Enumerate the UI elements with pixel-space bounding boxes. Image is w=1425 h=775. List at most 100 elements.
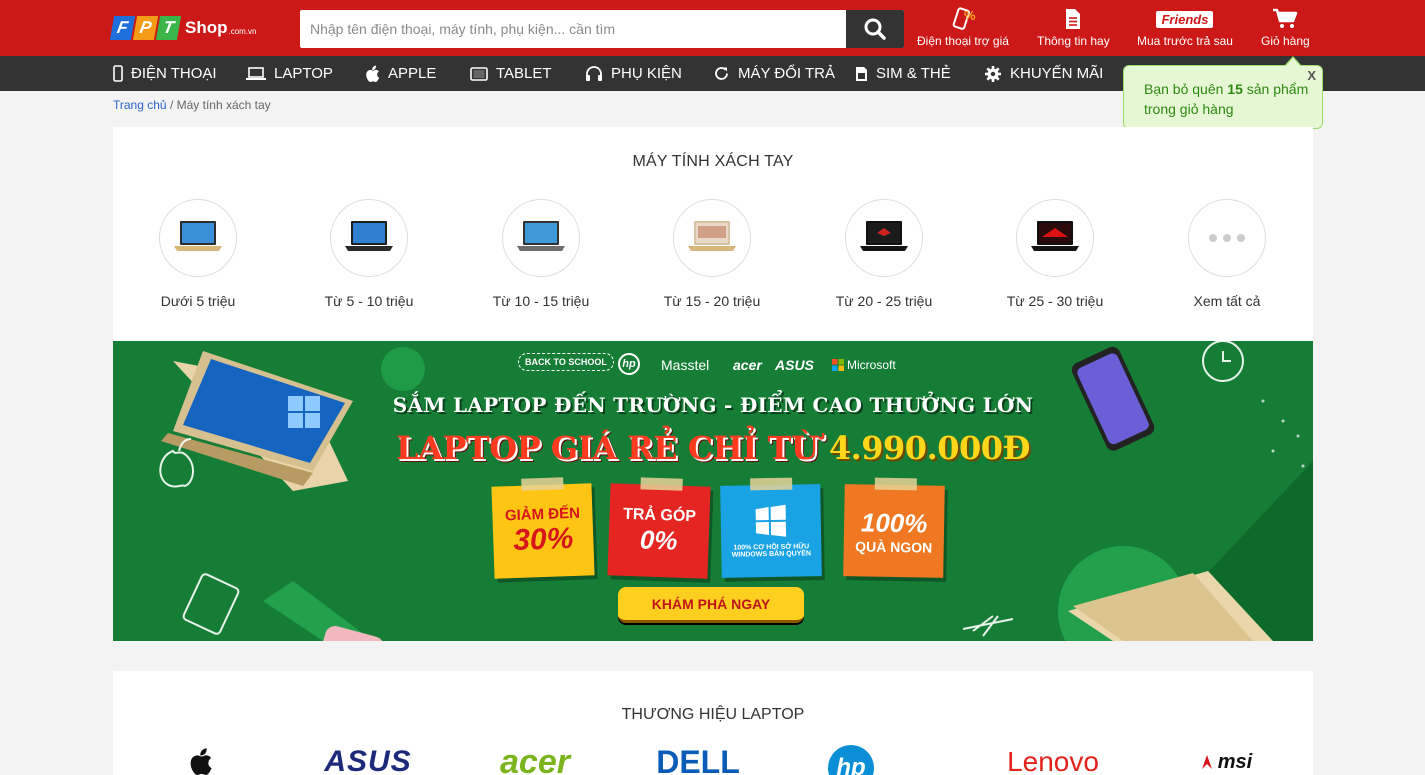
note-line2: QUÀ NGON xyxy=(855,537,933,556)
back-to-school-badge: BACK TO SCHOOL xyxy=(518,353,614,371)
note-line1: 100% xyxy=(860,506,928,539)
phone-icon xyxy=(113,65,123,82)
friends-brand-text: Friends xyxy=(1156,10,1214,28)
laptop-icon xyxy=(246,66,266,81)
tape-decoration xyxy=(750,477,793,491)
search-bar xyxy=(300,10,904,48)
category-item-10-15m[interactable]: Từ 10 - 15 triệu xyxy=(481,199,601,309)
banner-headline: SẮM LAPTOP ĐẾN TRƯỜNG - ĐIỂM CAO THƯỞNG … xyxy=(392,393,1034,417)
more-dots-icon xyxy=(1188,199,1266,277)
header-link-label: Giỏ hàng xyxy=(1261,34,1310,48)
header-link-news[interactable]: Thông tin hay xyxy=(1037,6,1110,52)
category-item-20-25m[interactable]: Từ 20 - 25 triệu xyxy=(824,199,944,309)
explore-now-button[interactable]: KHÁM PHÁ NGAY xyxy=(618,587,804,623)
logo-shop-text: Shop xyxy=(185,18,228,37)
promo-note-installment: TRẢ GÓP 0% xyxy=(607,477,711,579)
search-button[interactable] xyxy=(846,10,904,48)
nav-item-sim[interactable]: SIM & THẺ xyxy=(855,56,951,91)
laptop-silver-icon xyxy=(673,199,751,277)
promo-note-windows: 100% CƠ HỘI SỞ HỮU WINDOWS BẢN QUYỀN xyxy=(720,477,822,578)
header-link-label: Điện thoại trợ giá xyxy=(917,34,1009,48)
header-link-phone-discount[interactable]: % Điện thoại trợ giá xyxy=(917,6,1009,52)
close-icon[interactable]: X xyxy=(1307,66,1316,86)
category-label: Từ 20 - 25 triệu xyxy=(835,293,933,309)
category-item-25-30m[interactable]: Từ 25 - 30 triệu xyxy=(995,199,1115,309)
banner-brand-acer: acer xyxy=(733,357,762,373)
logo-letter-f: F xyxy=(109,16,136,40)
brand-apple[interactable] xyxy=(183,747,217,775)
logo-letter-p: P xyxy=(132,16,159,40)
microsoft-text: Microsoft xyxy=(847,358,896,372)
nav-label: ĐIỆN THOẠI xyxy=(131,65,217,82)
laptop-brands-panel: THƯƠNG HIỆU LAPTOP ASUS acer DELL hp Len… xyxy=(113,671,1313,775)
breadcrumb-home-link[interactable]: Trang chủ xyxy=(113,98,167,112)
microsoft-logo-icon xyxy=(832,359,844,371)
svg-text:%: % xyxy=(964,8,976,23)
hp-logo: hp xyxy=(828,745,874,775)
brand-acer[interactable]: acer xyxy=(483,743,587,775)
tape-decoration xyxy=(874,477,917,491)
brand-lenovo[interactable]: Lenovo xyxy=(993,746,1113,775)
category-label: Dưới 5 triệu xyxy=(160,293,236,309)
phone-discount-icon: % xyxy=(950,6,976,32)
category-item-view-all[interactable]: Xem tất cả xyxy=(1167,199,1287,309)
note-line2: WINDOWS BẢN QUYỀN xyxy=(731,550,812,559)
nav-label: LAPTOP xyxy=(274,65,333,82)
banner-subline-price: 4.990.000Đ xyxy=(828,429,1031,467)
category-label: Từ 10 - 15 triệu xyxy=(492,293,590,309)
tablet-icon xyxy=(470,66,488,81)
breadcrumb-separator: / xyxy=(169,98,174,112)
friends-logo-icon: Friends xyxy=(1156,6,1214,32)
category-item-under-5m[interactable]: Dưới 5 triệu xyxy=(138,199,258,309)
laptop-gray-icon xyxy=(502,199,580,277)
promo-note-discount: GIẢM ĐẾN 30% xyxy=(491,477,595,579)
nav-item-promotions[interactable]: KHUYẾN MÃI xyxy=(984,56,1103,91)
laptop-category-panel: MÁY TÍNH XÁCH TAY Dưới 5 triệu Từ 5 - 10… xyxy=(113,127,1313,341)
brand-dell[interactable]: DELL xyxy=(653,744,743,775)
cart-icon xyxy=(1272,6,1298,32)
banner-subline: LAPTOP GIÁ RẺ CHỈ TỪ 4.990.000Đ xyxy=(113,429,1313,467)
header-link-label: Mua trước trả sau xyxy=(1137,34,1233,48)
fpt-shop-logo[interactable]: F P T Shop .com.vn xyxy=(109,13,257,43)
cart-reminder-prefix: Bạn bỏ quên xyxy=(1144,81,1228,97)
category-label: Xem tất cả xyxy=(1193,293,1261,309)
laptop-msi-icon xyxy=(1016,199,1094,277)
apple-icon xyxy=(364,65,380,83)
brand-asus[interactable]: ASUS xyxy=(313,745,423,775)
nav-label: MÁY ĐỔI TRẢ xyxy=(738,65,835,82)
category-item-15-20m[interactable]: Từ 15 - 20 triệu xyxy=(652,199,772,309)
header-link-pay-later[interactable]: Friends Mua trước trả sau xyxy=(1137,6,1233,52)
brand-hp[interactable]: hp xyxy=(826,745,876,775)
laptop-gaming-icon xyxy=(845,199,923,277)
category-label: Từ 15 - 20 triệu xyxy=(663,293,761,309)
category-title: MÁY TÍNH XÁCH TAY xyxy=(632,153,794,170)
nav-item-laptop[interactable]: LAPTOP xyxy=(246,56,333,91)
logo-domain-text: .com.vn xyxy=(228,26,257,36)
document-icon xyxy=(1064,6,1082,32)
headphones-icon xyxy=(585,65,603,82)
nav-item-apple[interactable]: APPLE xyxy=(364,56,436,91)
nav-item-accessories[interactable]: PHỤ KIỆN xyxy=(585,56,682,91)
cart-reminder-suffix: sản phẩm xyxy=(1242,81,1309,97)
msi-dragon-icon xyxy=(1201,755,1212,769)
nav-item-tablet[interactable]: TABLET xyxy=(470,56,552,91)
nav-item-phone[interactable]: ĐIỆN THOẠI xyxy=(113,56,217,91)
nav-item-exchange[interactable]: MÁY ĐỔI TRẢ xyxy=(713,56,835,91)
msi-text: msi xyxy=(1217,750,1253,773)
search-icon xyxy=(864,18,886,40)
search-input[interactable] xyxy=(300,10,846,48)
banner-brand-microsoft: Microsoft xyxy=(832,358,896,372)
breadcrumb-current: Máy tính xách tay xyxy=(176,98,271,112)
header-link-cart[interactable]: Giỏ hàng xyxy=(1261,6,1310,52)
category-item-5-10m[interactable]: Từ 5 - 10 triệu xyxy=(309,199,429,309)
banner-brand-asus: ASUS xyxy=(775,357,814,373)
banner-brand-hp: hp xyxy=(618,353,640,375)
logo-letter-t: T xyxy=(155,16,182,40)
note-line2: 0% xyxy=(639,523,678,556)
promo-banner[interactable]: BACK TO SCHOOL hp Masstel acer ASUS Micr… xyxy=(113,341,1313,641)
laptop-gold-icon xyxy=(159,199,237,277)
brand-msi[interactable]: msi xyxy=(1191,747,1261,775)
top-header: F P T Shop .com.vn % Điện thoại trợ giá … xyxy=(0,0,1425,56)
tape-decoration xyxy=(640,477,683,491)
note-line1: TRẢ GÓP xyxy=(622,505,697,525)
